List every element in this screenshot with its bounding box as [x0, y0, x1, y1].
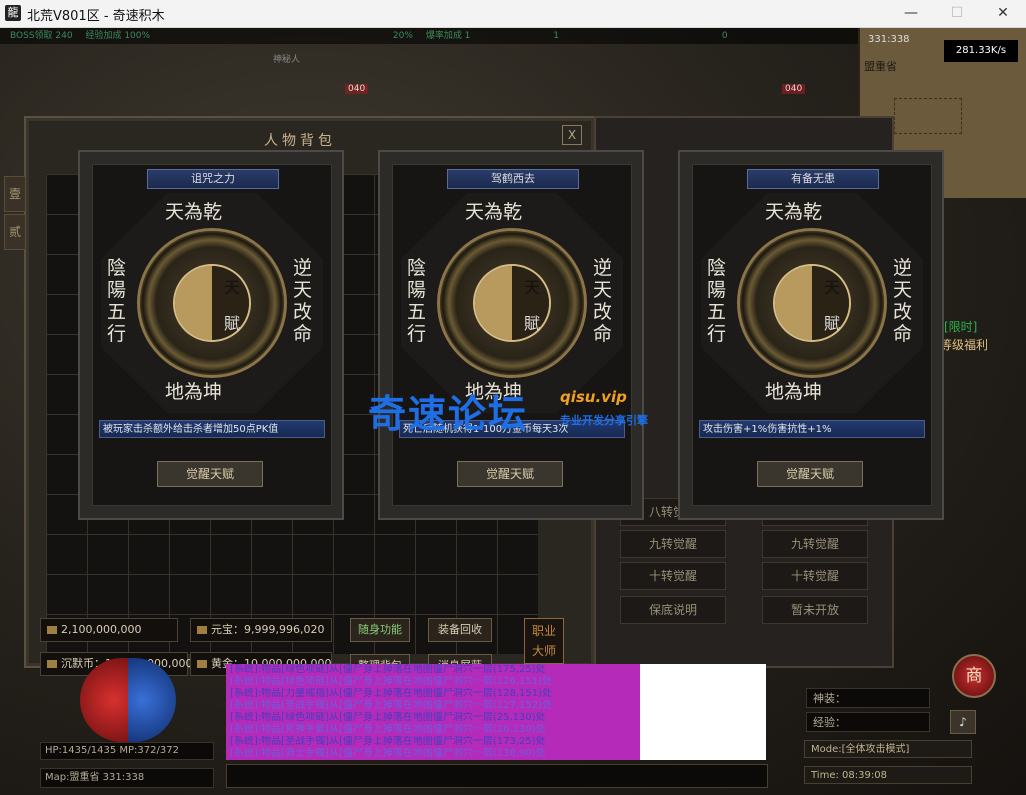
top-stats-bar: BOSS领取 240 经验加成 100% 20% 爆率加成 1 1 0 — [0, 28, 860, 44]
chat-line: [系统]:物品[死神手套]从[僵尸身上掉落在地图僵尸洞穴一层(26,130)处 — [226, 724, 640, 736]
talent-description: 被玩家击杀额外给击杀者增加50点PK值 — [99, 420, 325, 438]
equip-status: 神装： — [806, 688, 930, 708]
chat-input[interactable] — [226, 764, 768, 788]
bagua-octagon: 天為乾 地為坤 陰陽五行 逆天改命 天 賦 — [701, 193, 923, 413]
awaken-9-button-2[interactable]: 九转觉醒 — [762, 530, 868, 558]
talent-card-prepared: 有备无患 天為乾 地為坤 陰陽五行 逆天改命 天 賦 攻击伤害+1%伤害抗性+1… — [678, 150, 944, 520]
minimap-coord: 331:338 — [868, 34, 910, 45]
not-open-button[interactable]: 暂未开放 — [762, 596, 868, 624]
yuanbao-display: 元宝：9,999,996,020 — [190, 618, 332, 642]
gold-display: 2,100,000,000 — [40, 618, 178, 642]
yin-yang-icon: 天 賦 — [475, 266, 549, 340]
awaken-9-button[interactable]: 九转觉醒 — [620, 530, 726, 558]
watermark-sub: 专业开发分享引擎 — [560, 414, 648, 427]
equip-recycle-button[interactable]: 装备回收 — [428, 618, 492, 642]
job-master-button[interactable]: 职业 大师 — [524, 618, 564, 664]
stat-b: 0 — [721, 31, 728, 41]
awaken-talent-button[interactable]: 觉醒天赋 — [157, 461, 263, 487]
bagua-octagon: 天為乾 地為坤 陰陽五行 逆天改命 天 賦 — [401, 193, 623, 413]
app-icon: 龍 — [5, 5, 21, 21]
bagua-left-text: 陰陽五行 — [107, 257, 127, 345]
bagua-disk: 天 賦 — [740, 231, 884, 375]
awaken-10-button[interactable]: 十转觉醒 — [620, 562, 726, 590]
minimize-button[interactable]: — — [888, 0, 934, 27]
map-readout: Map:盟重省 331:338 — [40, 768, 214, 788]
minimap-map-name: 盟重省 — [864, 60, 897, 73]
yin-yang-icon: 天 賦 — [175, 266, 249, 340]
hp-orb — [80, 658, 128, 742]
npc-label: 040 — [782, 84, 806, 94]
stat-drop: 爆率加成 1 — [425, 31, 471, 41]
chat-line: [系统]:物品[骑士手镯]从[僵尸身上掉落在地图僵尸洞穴一层(138,90)处 — [226, 748, 640, 760]
awaken-talent-button[interactable]: 觉醒天赋 — [757, 461, 863, 487]
bag-tab-2[interactable]: 贰 — [4, 214, 26, 250]
watermark-logo: 奇速论坛 — [368, 392, 529, 436]
stat-boss: BOSS领取 240 — [10, 31, 73, 41]
bagua-disk: 天 賦 — [140, 231, 284, 375]
chat-line: [系统]:物品[绿色项链]从[僵尸身上掉落在地图僵尸洞穴一层(25,130)处 — [226, 712, 640, 724]
carry-function-button[interactable]: 随身功能 — [350, 618, 410, 642]
npc-name: 神秘人 — [273, 55, 301, 65]
hp-mp-orbs — [40, 658, 200, 746]
hp-mp-readout: HP:1435/1435 MP:372/372 — [40, 742, 214, 760]
talent-title: 有备无患 — [747, 169, 879, 189]
maximize-button[interactable]: ☐ — [934, 0, 980, 27]
talent-title: 驾鹤西去 — [447, 169, 579, 189]
shop-button[interactable]: 商 — [952, 654, 996, 698]
stat-a: 1 — [553, 31, 560, 41]
bagua-right-text: 逆天改命 — [293, 257, 313, 345]
level-welfare-label[interactable]: 等级福利 — [940, 336, 988, 353]
guarantee-info-button[interactable]: 保底说明 — [620, 596, 726, 624]
talent-title: 诅咒之力 — [147, 169, 279, 189]
yin-yang-icon: 天 賦 — [775, 266, 849, 340]
bag-tab-1[interactable]: 壹 — [4, 176, 26, 212]
talent-card-crane: 驾鹤西去 天為乾 地為坤 陰陽五行 逆天改命 天 賦 死亡后随机获得1-100万… — [378, 150, 644, 520]
stat-exp: 经验加成 100% — [85, 31, 151, 41]
chat-line: [系统]:物品[力量戒指]从[僵尸身上掉落在地图僵尸洞穴一层(128,151)处 — [226, 688, 640, 700]
time-display: Time: 08:39:08 — [804, 766, 972, 784]
minimap-grid — [894, 98, 962, 134]
close-window-button[interactable]: ✕ — [980, 0, 1026, 27]
chat-line: [系统]:物品[绿色项链]从[僵尸身上掉落在地图僵尸洞穴一层(175,25)处 — [226, 664, 640, 676]
inventory-title: 人物背包 — [264, 133, 336, 149]
npc-label: 040 — [345, 84, 369, 94]
bagua-top-text: 天為乾 — [165, 201, 223, 223]
chat-line: [系统]:物品[绿色项链]从[僵尸身上掉落在地图僵尸洞穴一层(126,151)处 — [226, 676, 640, 688]
exp-status: 经验： — [806, 712, 930, 732]
awaken-10-button-2[interactable]: 十转觉醒 — [762, 562, 868, 590]
net-speed: 281.33K/s — [944, 40, 1018, 62]
attack-mode-selector[interactable]: Mode:[全体攻击模式] — [804, 740, 972, 758]
chat-log[interactable]: [系统]:物品[绿色项链]从[僵尸身上掉落在地图僵尸洞穴一层(175,25)处 … — [226, 664, 766, 760]
awaken-talent-button[interactable]: 觉醒天赋 — [457, 461, 563, 487]
yuanbao-icon — [197, 626, 207, 634]
bagua-bottom-text: 地為坤 — [165, 381, 223, 403]
talent-card-curse: 诅咒之力 天為乾 地為坤 陰陽五行 逆天改命 天 賦 被玩家击杀额外给击杀者增加… — [78, 150, 344, 520]
chat-line: [系统]:物品[圣战手镯]从[僵尸身上掉落在地图僵尸洞穴一层(127,152)处 — [226, 700, 640, 712]
stat-percent: 20% — [392, 31, 413, 41]
gold-icon — [47, 626, 57, 634]
game-viewport[interactable]: BOSS领取 240 经验加成 100% 20% 爆率加成 1 1 0 040 … — [0, 28, 1026, 795]
inventory-close-button[interactable]: X — [562, 125, 582, 145]
limited-time-label[interactable]: [限时] — [944, 318, 977, 335]
window-titlebar: 龍 北荒V801区 - 奇速积木 — ☐ ✕ — [0, 0, 1026, 28]
chat-line: [系统]:物品[圣战手镯]从[僵尸身上掉落在地图僵尸洞穴一层(173,25)处 — [226, 736, 640, 748]
window-title: 北荒V801区 - 奇速积木 — [27, 9, 165, 24]
talent-description: 攻击伤害+1%伤害抗性+1% — [699, 420, 925, 438]
bagua-disk: 天 賦 — [440, 231, 584, 375]
bagua-octagon: 天為乾 地為坤 陰陽五行 逆天改命 天 賦 — [101, 193, 323, 413]
watermark-url: qisu.vip — [560, 388, 627, 406]
mp-orb — [128, 658, 176, 742]
sound-icon[interactable]: ♪ — [950, 710, 976, 734]
